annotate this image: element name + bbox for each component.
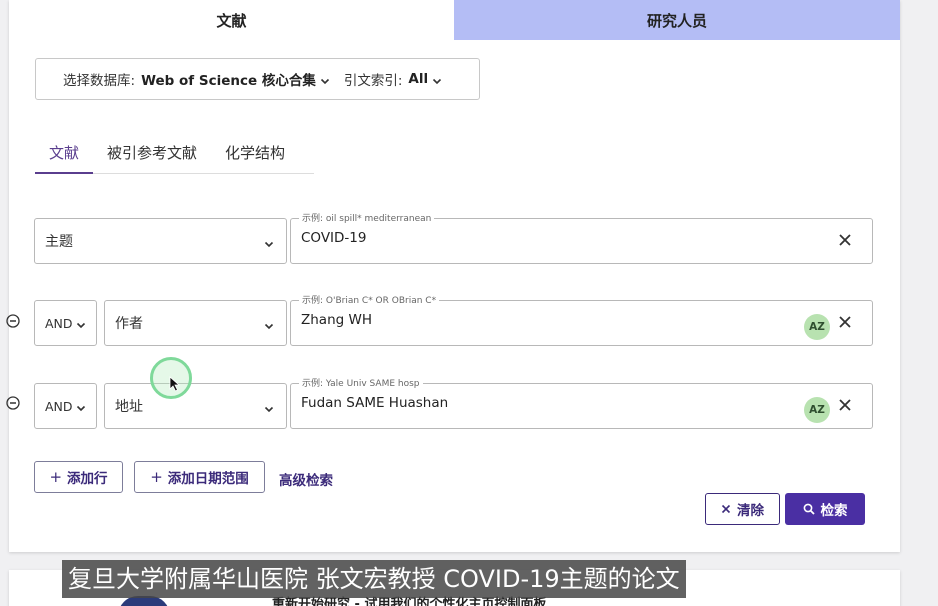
input-value: Fudan SAME Huashan [301, 395, 449, 411]
chevron-down-icon [432, 74, 442, 85]
tab-chemical-structure[interactable]: 化学结构 [211, 130, 299, 173]
field-select-label: 主题 [45, 234, 73, 250]
chevron-down-icon [76, 401, 86, 412]
remove-row-icon[interactable] [6, 314, 20, 328]
field-select-row3[interactable]: 地址 [104, 383, 287, 429]
field-select-row1[interactable]: 主题 [34, 218, 287, 264]
top-tabs: 文献 研究人员 [9, 0, 900, 40]
input-hint: 示例: Yale Univ SAME hosp [299, 376, 423, 389]
field-select-row2[interactable]: 作者 [104, 300, 287, 346]
input-hint: 示例: oil spill* mediterranean [299, 211, 435, 224]
mouse-pointer-icon [169, 376, 181, 392]
operator-select-row3[interactable]: AND [34, 383, 97, 429]
search-input-row2[interactable]: 示例: O'Brian C* OR OBrian C* Zhang WH AZ [290, 293, 873, 346]
operator-label: AND [45, 315, 73, 331]
input-value: COVID-19 [301, 230, 367, 246]
add-date-range-button[interactable]: + 添加日期范围 [134, 461, 265, 493]
tab-cited-references[interactable]: 被引参考文献 [93, 130, 211, 173]
search-label: 检索 [820, 503, 848, 519]
close-icon[interactable] [838, 315, 852, 329]
video-subtitle: 复旦大学附属华山医院 张文宏教授 COVID-19主题的论文 [62, 560, 686, 598]
close-icon[interactable] [838, 398, 852, 412]
database-selector: 选择数据库: Web of Science 核心合集 引文索引: All [35, 58, 480, 100]
citation-index-dropdown[interactable]: All [408, 71, 442, 87]
az-index-icon[interactable]: AZ [804, 397, 830, 423]
operator-label: AND [45, 398, 73, 414]
plus-icon: + [49, 468, 63, 486]
plus-icon: + [150, 468, 163, 486]
add-row-label: 添加行 [67, 471, 108, 487]
database-label: 选择数据库: [63, 73, 136, 89]
database-value: Web of Science 核心合集 [141, 73, 316, 89]
input-value: Zhang WH [301, 312, 372, 328]
add-date-range-label: 添加日期范围 [167, 471, 249, 487]
field-select-label: 作者 [115, 316, 143, 332]
search-icon [803, 503, 815, 515]
chevron-down-icon [76, 318, 86, 329]
clear-label: 清除 [737, 503, 764, 519]
clear-button[interactable]: 清除 [705, 493, 780, 525]
add-row-button[interactable]: + 添加行 [34, 461, 123, 493]
search-input-row1[interactable]: 示例: oil spill* mediterranean COVID-19 [290, 211, 873, 264]
chevron-down-icon [264, 402, 274, 413]
advanced-search-link[interactable]: 高级检索 [279, 469, 333, 489]
az-index-icon[interactable]: AZ [804, 314, 830, 340]
chevron-down-icon [264, 237, 274, 248]
tab-documents-search[interactable]: 文献 [35, 130, 94, 174]
close-icon[interactable] [838, 233, 852, 247]
tab-documents[interactable]: 文献 [9, 0, 454, 40]
field-select-label: 地址 [115, 399, 143, 415]
chevron-down-icon [264, 319, 274, 330]
operator-select-row2[interactable]: AND [34, 300, 97, 346]
search-input-row3[interactable]: 示例: Yale Univ SAME hosp Fudan SAME Huash… [290, 376, 873, 429]
citation-index-value: All [408, 71, 429, 87]
remove-row-icon[interactable] [6, 396, 20, 410]
citation-index-label: 引文索引: [343, 73, 403, 89]
close-icon [721, 504, 731, 514]
search-button[interactable]: 检索 [785, 493, 865, 525]
database-dropdown[interactable]: Web of Science 核心合集 [141, 69, 330, 89]
chevron-down-icon [320, 74, 330, 85]
tab-researchers[interactable]: 研究人员 [454, 0, 900, 40]
search-type-tabs: 文献 被引参考文献 化学结构 [35, 130, 314, 174]
input-hint: 示例: O'Brian C* OR OBrian C* [299, 293, 440, 306]
